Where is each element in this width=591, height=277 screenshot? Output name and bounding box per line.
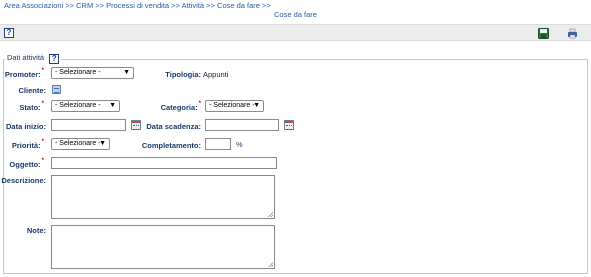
percent-unit: % [236,140,243,149]
section-help-icon[interactable]: ? [49,54,60,64]
categoria-label: Categoria:* [160,101,201,112]
tipologia-label: Tipologia: [165,70,201,79]
toolbar: ? [0,24,591,41]
completamento-label: Completamento: [141,141,201,150]
data-scadenza-input[interactable] [205,119,279,131]
stato-label: Stato:* [19,101,44,112]
page-title: Cose da fare [274,10,317,19]
save-disk-icon[interactable] [538,28,549,39]
stato-select[interactable]: - Selezionare - ▼ [51,100,120,112]
printer-icon[interactable] [567,28,578,39]
start-date-calendar-icon[interactable] [131,120,141,130]
priorita-label: Priorità:* [11,139,44,150]
data-scadenza-label: Data scadenza: [146,122,201,131]
descrizione-textarea[interactable] [51,175,275,219]
due-date-calendar-icon[interactable] [284,120,294,130]
promoter-label: Promoter:* [4,68,44,79]
tipologia-value: Appunti [203,70,229,79]
resize-handle[interactable] [268,262,273,267]
oggetto-label: Oggetto:* [9,158,44,169]
categoria-select[interactable]: - Selezionare - ▼ [205,100,264,112]
descrizione-label: Descrizione: [1,176,46,185]
note-textarea[interactable] [51,225,275,269]
cliente-label: Cliente: [18,86,46,95]
priorita-select[interactable]: - Selezionare - ▼ [51,138,110,150]
completamento-input[interactable] [205,138,231,150]
note-label: Note: [26,226,46,235]
help-icon[interactable]: ? [4,28,14,38]
promoter-select[interactable]: - Selezionare - ▼ [51,67,134,79]
section-title: Dati attività ? [5,53,62,64]
data-inizio-input[interactable] [51,119,126,131]
client-lookup-icon[interactable] [52,85,61,94]
resize-handle[interactable] [268,212,273,217]
data-inizio-label: Data inizio: [5,122,46,131]
section-title-label: Dati attività [7,53,45,62]
breadcrumb: Area Associazioni >> CRM >> Processi di … [4,1,271,10]
oggetto-input[interactable] [51,157,277,169]
